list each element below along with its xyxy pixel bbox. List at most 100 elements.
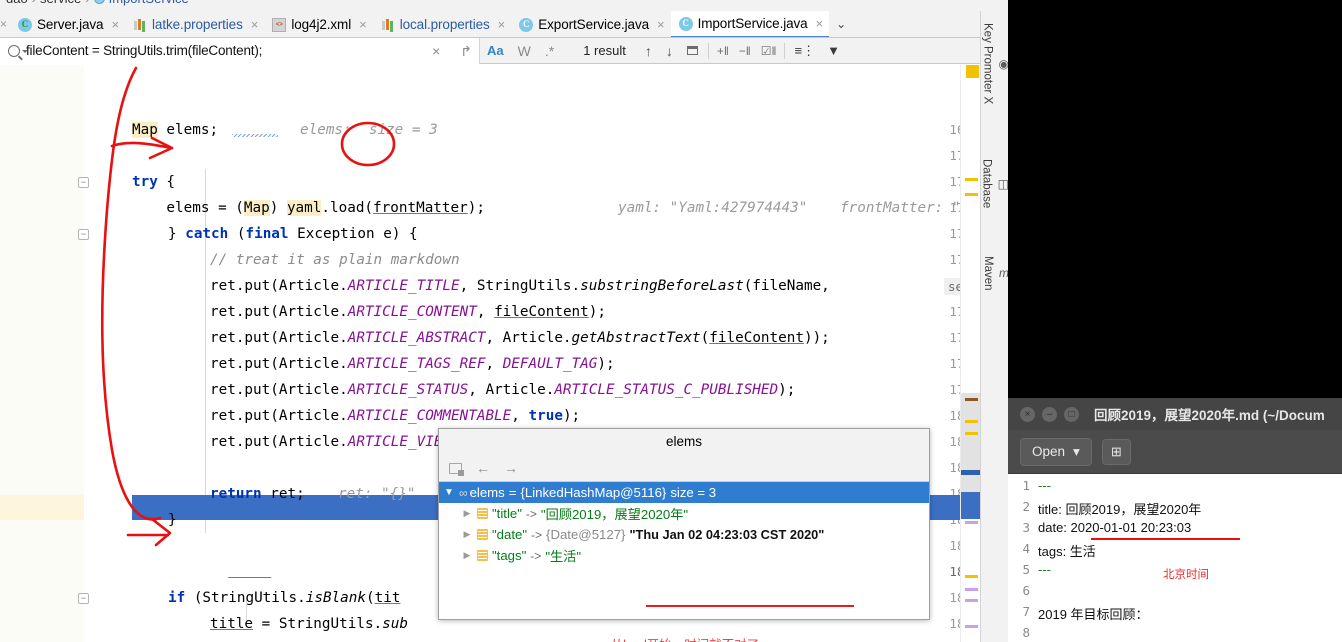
expand-triangle-icon[interactable]: ▼ (443, 487, 455, 498)
regex-toggle[interactable]: .* (538, 38, 561, 64)
marker-warning[interactable] (965, 178, 978, 181)
tool-window-label: Maven (982, 256, 994, 291)
marker-changed[interactable] (965, 398, 978, 401)
breadcrumb[interactable]: dao › service › ImportService (0, 0, 1008, 11)
entry-key: "date" (492, 527, 528, 542)
marker-warning[interactable] (965, 193, 978, 196)
gedit-line-number: 7 (1022, 604, 1030, 619)
gedit-window[interactable]: × – □ 回顾2019，展望2020年.md (~/Docum Open ▾ … (1008, 398, 1342, 642)
expand-triangle-icon[interactable]: ▶ (461, 529, 473, 540)
breadcrumb-separator: › (85, 0, 89, 6)
copy-value-icon[interactable] (449, 462, 464, 476)
gedit-document[interactable]: 1 --- 2 title: 回顾2019，展望2020年 3 date: 20… (1008, 474, 1342, 642)
filter-icon[interactable]: ▼​ (821, 43, 846, 58)
scope-icon[interactable]: ≡⋮ (788, 43, 821, 59)
debugger-tree-root-row[interactable]: ▼ ∞ elems = {LinkedHashMap@5116} size = … (439, 482, 929, 503)
debugger-value-popup[interactable]: elems ← → ▼ ∞ elems = {LinkedHashMap@511… (438, 428, 930, 642)
debugger-tree-row-date[interactable]: ▶ "date" -> {Date@5127} "Thu Jan 02 04:2… (439, 524, 929, 545)
tool-window-key-promoter-x[interactable]: ◉ Key Promoter X (981, 23, 1009, 104)
editor-tab-exportservice-java[interactable]: ExportService.java × (511, 11, 670, 37)
match-case-toggle[interactable]: Aa (480, 38, 511, 64)
breadcrumb-separator: › (32, 0, 36, 6)
code-line-173: } catch (final Exception e) { (168, 226, 418, 242)
minimize-window-button[interactable]: – (1042, 406, 1057, 422)
code-line-187: if (StringUtils.isBlank(tit (168, 590, 401, 606)
open-button-label: Open (1032, 444, 1066, 459)
add-selection-icon[interactable]: +‖ (712, 44, 734, 58)
debugger-tree-row-title[interactable]: ▶ "title" -> "回顾2019，展望2020年" (439, 503, 929, 524)
marker-usage[interactable] (965, 588, 978, 591)
tab-scroll-left[interactable]: × (0, 11, 10, 37)
toolbar-divider (784, 42, 786, 59)
breadcrumb-item-importservice[interactable]: ImportService (109, 0, 189, 6)
marker-warning[interactable] (965, 575, 978, 578)
editor-scrollbar-thumb[interactable] (961, 393, 981, 503)
breadcrumb-item-dao[interactable]: dao (6, 0, 28, 6)
tab-overflow-chevron-down-icon[interactable]: ⌄ (829, 11, 853, 37)
entry-value: "回顾2019，展望2020年" (540, 507, 689, 522)
marker-warning[interactable] (965, 432, 978, 435)
gedit-title-bar[interactable]: × – □ 回顾2019，展望2020年.md (~/Docum (1008, 398, 1342, 430)
marker-warning[interactable] (965, 420, 978, 423)
inline-hint-172-yaml: yaml: "Yaml:427974443" (618, 200, 808, 216)
remove-selection-icon[interactable]: −‖ (734, 44, 756, 58)
search-input-value: fileContent = StringUtils.trim(fileConte… (26, 43, 263, 58)
marker-selection[interactable] (961, 492, 981, 519)
java-class-icon (18, 17, 32, 32)
editor-tab-log4j2-xml[interactable]: log4j2.xml × (264, 11, 372, 37)
debugger-variables-tree[interactable]: ▼ ∞ elems = {LinkedHashMap@5116} size = … (439, 482, 929, 642)
entry-arrow: -> (531, 527, 543, 542)
code-line-177: ret.put(Article.ARTICLE_ABSTRACT, Articl… (210, 330, 830, 346)
tool-window-database[interactable]: ◫ Database (981, 159, 1009, 208)
equals-sign: = (508, 485, 517, 500)
tab-close-icon[interactable]: × (657, 17, 665, 32)
search-history-icon[interactable]: ↱ (453, 38, 479, 64)
maximize-window-button[interactable]: □ (1064, 406, 1079, 422)
editor-tab-latke-properties[interactable]: latke.properties × (125, 11, 264, 37)
close-window-button[interactable]: × (1020, 406, 1035, 422)
gedit-line-text: tags: 生活 (1038, 544, 1096, 559)
whole-words-toggle[interactable]: W (511, 38, 538, 64)
open-file-button[interactable]: Open ▾ (1020, 437, 1092, 466)
editor-marker-bar[interactable] (960, 65, 981, 642)
properties-file-icon (133, 18, 147, 32)
marker-caret-position[interactable] (961, 470, 981, 475)
select-all-occurrences-icon[interactable] (686, 46, 698, 55)
tab-label: ExportService.java (538, 17, 649, 32)
clear-search-icon[interactable]: × (425, 38, 447, 64)
annotation-beijing-time: 北京时间 (1163, 569, 1209, 581)
gedit-line-text: 2019 年目标回顾： (1038, 607, 1149, 622)
editor-tab-server-java[interactable]: Server.java × (10, 11, 125, 37)
marker-usage[interactable] (965, 521, 978, 524)
marker-warning[interactable] (966, 65, 979, 78)
map-entry-icon (477, 508, 488, 519)
find-next-button[interactable]: ↓ (659, 43, 680, 59)
tab-close-icon[interactable]: × (816, 16, 824, 31)
java-class-icon (93, 0, 105, 4)
tab-close-icon[interactable]: × (111, 17, 119, 32)
marker-usage[interactable] (965, 599, 978, 602)
tab-close-icon[interactable]: × (498, 17, 506, 32)
properties-file-icon (381, 18, 395, 32)
tab-close-icon[interactable]: × (359, 17, 367, 32)
gedit-line-text: --- (1038, 562, 1051, 577)
breadcrumb-item-service[interactable]: service (40, 0, 81, 6)
marker-usage[interactable] (965, 625, 978, 628)
tool-window-maven[interactable]: m Maven (981, 256, 1009, 291)
debugger-popup-toolbar: ← → (439, 455, 929, 482)
editor-tab-local-properties[interactable]: local.properties × (373, 11, 512, 37)
editor-tab-importservice-java[interactable]: ImportService.java × (670, 11, 830, 37)
tab-label: ImportService.java (697, 16, 808, 31)
back-arrow-icon[interactable]: ← (476, 460, 490, 476)
code-line-183: return ret; (210, 486, 305, 502)
select-occurrences-icon[interactable]: ☑‖ (756, 44, 782, 58)
debugger-tree-row-tags[interactable]: ▶ "tags" -> "生活" (439, 545, 929, 566)
tab-close-icon[interactable]: × (251, 17, 259, 32)
code-line-180: ret.put(Article.ARTICLE_COMMENTABLE, tru… (210, 408, 581, 424)
find-previous-button[interactable]: ↑ (638, 43, 659, 59)
expand-triangle-icon[interactable]: ▶ (461, 508, 473, 519)
search-input[interactable]: fileContent = StringUtils.trim(fileConte… (0, 37, 480, 64)
expand-triangle-icon[interactable]: ▶ (461, 550, 473, 561)
forward-arrow-icon[interactable]: → (504, 460, 518, 476)
new-document-icon[interactable]: ⊞ (1101, 438, 1131, 465)
